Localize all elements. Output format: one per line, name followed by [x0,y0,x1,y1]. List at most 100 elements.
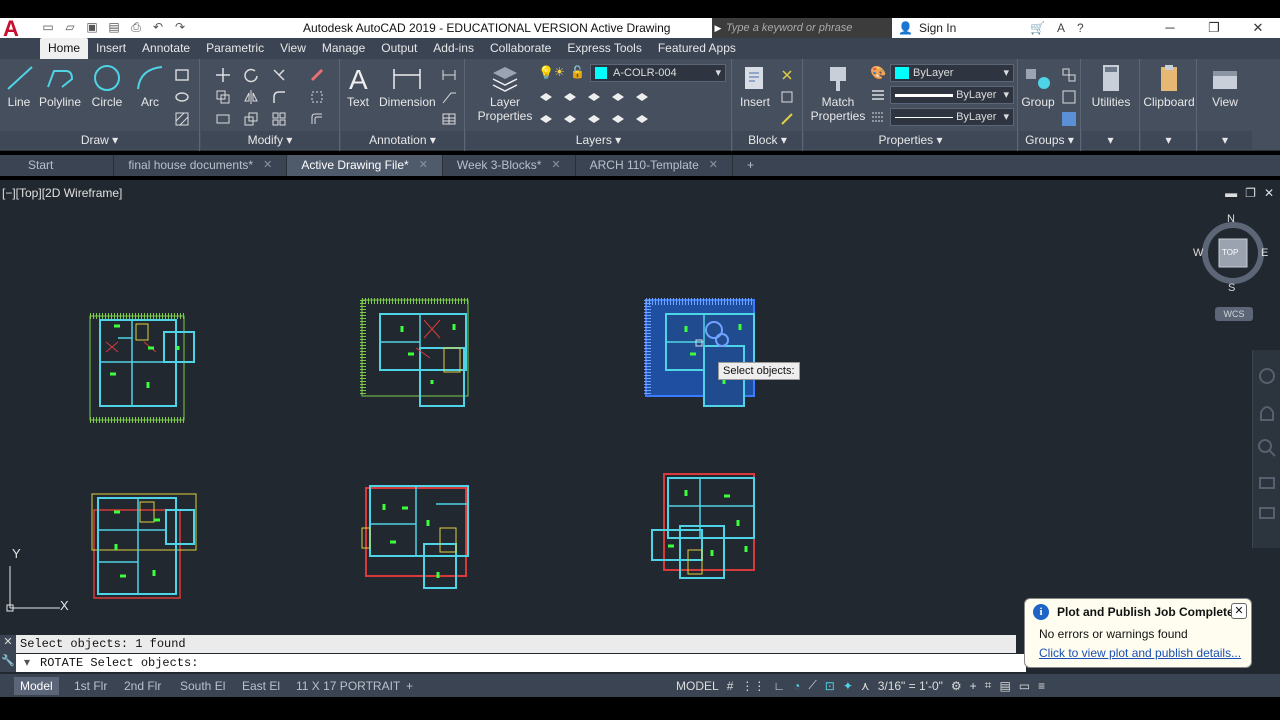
group-edit-icon[interactable] [1061,89,1077,105]
lineweight-icon[interactable] [870,87,886,103]
leader-icon[interactable] [441,89,457,105]
close-icon[interactable]: ✕ [1236,18,1280,38]
annotation-panel-title[interactable]: Annotation ▾ [341,131,464,149]
layer-unisolate-icon[interactable] [610,89,626,105]
modify-panel-title[interactable]: Modify ▾ [201,131,339,149]
osnap-icon[interactable]: ⊡ [825,679,835,693]
draw-panel-title[interactable]: Draw ▾ [0,131,199,149]
layout-tab-2nd-flr[interactable]: 2nd Flr [118,677,167,695]
close-icon[interactable]: ✕ [1264,186,1274,200]
tab-manage[interactable]: Manage [314,38,373,59]
new-icon[interactable]: ▭ [40,20,56,35]
close-tab-icon[interactable]: ✕ [551,155,560,176]
color-wheel-icon[interactable]: 🎨 [870,65,886,81]
open-icon[interactable]: ▱ [62,20,78,35]
layer-unlock-icon[interactable] [610,111,626,127]
tab-output[interactable]: Output [373,38,425,59]
new-tab-button[interactable]: + [733,155,768,176]
rotate-icon[interactable] [243,67,259,83]
scale-icon[interactable] [243,111,259,127]
layer-off-icon[interactable] [538,111,554,127]
tab-home[interactable]: Home [40,38,89,59]
match-properties-button[interactable]: Match Properties [808,63,868,123]
layout-tab-model[interactable]: Model [14,677,59,695]
save-icon[interactable]: ▣ [84,20,100,35]
move-icon[interactable] [215,67,231,83]
viewcube-top-face[interactable]: TOP [1222,248,1238,257]
ortho-icon[interactable]: ∟ [773,679,785,693]
layer-match-icon[interactable] [538,89,554,105]
layer-walk-icon[interactable] [562,111,578,127]
annotation-visibility-icon[interactable]: ✦ [843,679,853,693]
trim-icon[interactable] [271,67,287,83]
viewcube-east[interactable]: E [1261,247,1268,259]
grid-icon[interactable]: # [727,679,734,693]
circle-tool[interactable]: Circle [88,63,126,109]
floor-plan-6[interactable] [650,470,758,582]
erase-icon[interactable] [309,67,325,83]
tab-annotate[interactable]: Annotate [134,38,198,59]
copy-icon[interactable] [215,89,231,105]
layout-tab-east-el[interactable]: East El [236,677,286,695]
workspace-gear-icon[interactable]: ⚙ [951,679,962,693]
layer-previous-icon[interactable] [562,89,578,105]
close-tab-icon[interactable]: ✕ [263,155,272,176]
layer-lock-all-icon[interactable] [586,111,602,127]
edit-block-icon[interactable] [779,89,795,105]
properties-panel-title[interactable]: Properties ▾ [804,131,1017,149]
units-icon[interactable]: ⌗ [985,678,992,693]
explode-icon[interactable] [309,89,325,105]
wcs-menu[interactable]: WCS [1215,307,1253,321]
lineweight-dropdown[interactable]: ByLayer ▾ [890,86,1014,104]
view-button[interactable]: View [1198,63,1252,109]
restore-icon[interactable]: ❐ [1245,186,1256,200]
ellipse-icon[interactable] [174,89,190,105]
tab-parametric[interactable]: Parametric [198,38,272,59]
floor-plan-3-selected[interactable] [644,298,758,410]
layer-freeze-all-icon[interactable] [634,89,650,105]
viewcube[interactable]: N S E W TOP WCS [1193,213,1271,321]
customization-menu-icon[interactable]: ≡ [1038,679,1045,693]
layer-merge-icon[interactable] [634,111,650,127]
utilities-dropdown[interactable]: ▾ [1082,131,1139,149]
block-panel-title[interactable]: Block ▾ [733,131,802,149]
layer-freeze-icon[interactable]: ☀ [554,65,570,81]
array-icon[interactable] [271,111,287,127]
close-tab-icon[interactable]: ✕ [419,155,428,176]
viewport-controls-label[interactable]: [−][Top][2D Wireframe] [2,186,122,200]
floor-plan-1[interactable] [88,312,198,424]
search-expand-icon[interactable]: ▶ [712,18,724,38]
file-tab-final-house[interactable]: final house documents* ✕ [114,155,288,176]
floor-plan-5[interactable] [360,484,474,592]
layout-tab-1st-flr[interactable]: 1st Flr [68,677,113,695]
arc-tool[interactable]: Arc [132,63,168,109]
close-tab-icon[interactable]: ✕ [709,155,718,176]
wrench-icon[interactable]: 🔧 [0,654,16,667]
insert-block-button[interactable]: Insert [735,63,775,109]
viewcube-south[interactable]: S [1228,282,1235,294]
group-select-icon[interactable] [1061,111,1077,127]
minimize-icon[interactable]: ─ [1148,18,1192,38]
layout-tab-11x17[interactable]: 11 X 17 PORTRAIT [290,677,406,695]
layers-panel-title[interactable]: Layers ▾ [466,131,731,149]
fillet-icon[interactable] [271,89,287,105]
floor-plan-2[interactable] [360,298,472,410]
linear-dim-icon[interactable] [441,67,457,83]
attribute-icon[interactable] [779,111,795,127]
ungroup-icon[interactable] [1061,67,1077,83]
layer-dropdown[interactable]: A-COLR-004 ▾ [590,64,726,82]
sign-in-button[interactable]: 👤 Sign In [898,18,956,38]
layer-on-icon[interactable]: 💡 [538,65,554,81]
viewcube-north[interactable]: N [1227,213,1235,225]
command-input[interactable]: ▾ ROTATE Select objects: [16,654,1026,672]
linetype-dropdown[interactable]: ByLayer ▾ [890,108,1014,126]
stretch-icon[interactable] [215,111,231,127]
save-as-icon[interactable]: ▤ [106,20,122,35]
layout-tab-south-el[interactable]: South El [174,677,231,695]
polyline-tool[interactable]: Polyline [38,63,82,109]
annotation-scale-icon[interactable]: ⋏ [861,679,870,693]
view-details-link[interactable]: Click to view plot and publish details..… [1039,646,1241,660]
utilities-button[interactable]: Utilities [1082,63,1140,109]
redo-icon[interactable]: ↷ [172,20,188,35]
autodesk-a360-icon[interactable]: A [1057,18,1065,38]
